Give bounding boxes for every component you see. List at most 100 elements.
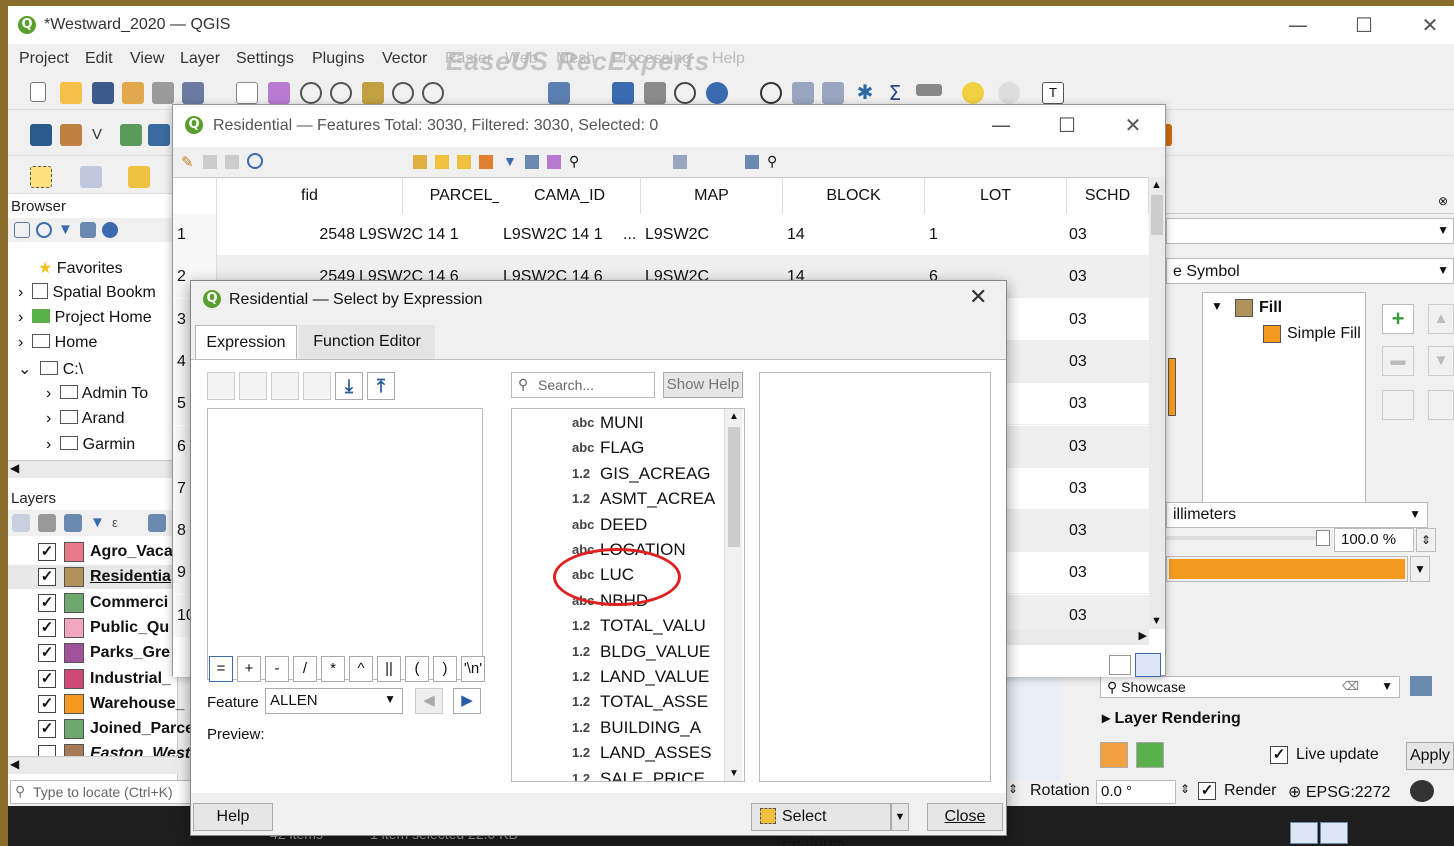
rotation-stepper[interactable]: ⇕ <box>1008 782 1018 796</box>
browser-item-home[interactable]: › Home <box>18 334 97 352</box>
edit-file-icon[interactable] <box>271 372 299 400</box>
table-vscrollbar[interactable]: ▲ ▼ <box>1149 177 1165 629</box>
new-project-icon[interactable] <box>30 82 46 102</box>
close-icon[interactable]: ✕ <box>969 285 987 310</box>
scroll-thumb[interactable] <box>728 427 740 547</box>
function-search-input[interactable]: ⚲ Search... <box>511 372 655 398</box>
column-header-lot[interactable]: LOT <box>925 178 1067 214</box>
scroll-left-icon[interactable]: ◀ <box>10 461 19 475</box>
cell-schd[interactable]: 03 <box>1069 341 1147 383</box>
text-annotation-icon[interactable]: T <box>1042 82 1064 104</box>
layer-combo[interactable]: ▼ <box>1166 218 1454 244</box>
select-features-icon[interactable] <box>30 166 52 188</box>
field-item[interactable]: 1.2 GIS_ACREAG <box>512 462 722 486</box>
cell-schd[interactable]: 03 <box>1069 214 1147 256</box>
locator-bar[interactable]: ⚲ Type to locate (Ctrl+K) <box>10 780 200 804</box>
reload-icon[interactable] <box>247 153 263 169</box>
operator-newline-button[interactable]: '\n' <box>461 656 485 682</box>
attribute-table-icon[interactable] <box>792 82 814 104</box>
expand-all-icon[interactable] <box>148 514 166 532</box>
new-print-layout-icon[interactable] <box>122 82 144 104</box>
column-header-cama-id[interactable]: CAMA_ID <box>499 178 641 214</box>
help-button[interactable]: Help <box>193 803 273 831</box>
zoom-layer-icon[interactable] <box>422 82 444 104</box>
clear-search-icon[interactable]: ⌫ <box>1342 679 1359 693</box>
layer-visibility-checkbox[interactable]: ✓ <box>38 568 56 587</box>
close-button[interactable]: ✕ <box>1113 110 1153 140</box>
menu-layer[interactable]: Layer <box>180 50 220 68</box>
processing-gear-icon[interactable]: ✱ <box>854 82 876 104</box>
feature-combo[interactable]: ALLEN ▼ <box>265 688 403 714</box>
add-symbol-layer-button[interactable]: + <box>1382 304 1414 334</box>
fill-label[interactable]: Fill <box>1259 299 1282 317</box>
cell-schd[interactable]: 03 <box>1069 510 1147 552</box>
scroll-thumb[interactable] <box>1151 195 1163 235</box>
dock-table-icon[interactable] <box>745 155 759 169</box>
row-number[interactable]: 1 <box>173 214 217 256</box>
table-row[interactable]: 1 2548 L9SW2C 14 1 L9SW2C 14 1 ... L9SW2C… <box>173 214 1149 256</box>
select-by-expression-icon[interactable] <box>413 155 427 169</box>
move-down-button[interactable]: ▼ <box>1428 346 1454 376</box>
render-checkbox[interactable]: ✓ <box>1198 782 1216 800</box>
cell-parcel-id[interactable]: L9SW2C 14 1 <box>359 214 497 256</box>
opacity-stepper[interactable]: ⇕ <box>1416 528 1436 552</box>
add-group-icon[interactable] <box>38 514 56 532</box>
next-feature-icon[interactable]: ▶ <box>453 688 481 714</box>
browser-item-folder[interactable]: › Admin To <box>46 385 148 403</box>
messages-icon[interactable] <box>1410 780 1434 802</box>
menu-project[interactable]: Project <box>19 50 69 68</box>
function-tree-scrollbar[interactable]: ▲ ▼ <box>724 409 742 781</box>
import-icon[interactable]: ⤓ <box>335 372 363 400</box>
cell-map[interactable]: L9SW2C <box>645 214 781 256</box>
close-window-button[interactable]: ✕ <box>1410 10 1450 40</box>
cell-schd[interactable]: 03 <box>1069 552 1147 594</box>
field-item[interactable]: 1.2 TOTAL_ASSE <box>512 690 722 714</box>
move-selection-top-icon[interactable] <box>525 155 539 169</box>
layer-visibility-checkbox[interactable]: ✓ <box>38 543 56 561</box>
deselect-icon[interactable] <box>128 166 150 188</box>
show-help-button[interactable]: Show Help <box>663 372 743 398</box>
rotation-spin[interactable]: ⇕ <box>1180 782 1190 796</box>
layer-row[interactable]: ✓ Residentia <box>8 565 178 590</box>
open-project-icon[interactable] <box>60 82 82 104</box>
scroll-up-icon[interactable]: ▲ <box>729 411 739 422</box>
style-manager-icon[interactable] <box>1410 676 1432 696</box>
cell-schd[interactable]: 03 <box>1069 299 1147 341</box>
style-manager-icon[interactable] <box>182 82 204 104</box>
opacity-spinbox[interactable]: 100.0 % <box>1334 528 1414 552</box>
cell-block[interactable]: 14 <box>787 214 923 256</box>
remove-symbol-layer-button[interactable]: ▬ <box>1382 346 1414 376</box>
delete-icon[interactable] <box>303 372 331 400</box>
operator-power-button[interactable]: ^ <box>349 656 373 682</box>
menu-edit[interactable]: Edit <box>85 50 113 68</box>
field-item[interactable]: abc MUNI <box>512 411 722 435</box>
opacity-slider[interactable] <box>1166 536 1316 540</box>
pan-to-selection-icon[interactable] <box>268 82 290 104</box>
maximize-button[interactable]: ☐ <box>1047 110 1087 140</box>
pan-to-selected-icon[interactable] <box>547 155 561 169</box>
toggle-edit-icon[interactable]: ✎ <box>181 153 194 171</box>
layer-visibility-checkbox[interactable]: ✓ <box>38 694 56 713</box>
lock-color-icon[interactable] <box>1428 390 1454 420</box>
filter-icon[interactable]: ▼ <box>503 153 517 169</box>
field-item[interactable]: 1.2 LAND_ASSES <box>512 741 722 765</box>
symbol-search[interactable]: ⚲ Showcase ⌫ ▼ <box>1100 676 1400 698</box>
zoom-full-icon[interactable] <box>362 82 384 104</box>
layer-row[interactable]: ✓ Parks_Gre <box>8 641 178 665</box>
dock-close-icon[interactable]: ⊗ <box>1438 194 1448 208</box>
layer-visibility-checkbox[interactable]: ✓ <box>38 618 56 637</box>
tab-function-editor[interactable]: Function Editor <box>299 325 435 359</box>
details-view-icon[interactable] <box>1290 822 1318 844</box>
refresh-icon[interactable] <box>36 222 52 238</box>
operator-divide-button[interactable]: / <box>293 656 317 682</box>
layer-row[interactable]: ✓ Commerci <box>8 591 178 615</box>
operator-plus-button[interactable]: + <box>237 656 261 682</box>
operator-open-paren-button[interactable]: ( <box>405 656 429 682</box>
cell-lot[interactable]: 1 <box>929 214 1065 256</box>
menu-vector[interactable]: Vector <box>382 50 427 68</box>
scroll-right-icon[interactable]: ▶ <box>1139 629 1147 642</box>
layer-row[interactable]: ✓ Industrial_ <box>8 667 178 691</box>
large-icons-view-icon[interactable] <box>1320 822 1348 844</box>
layers-hscrollbar[interactable]: ◀ <box>8 756 178 774</box>
statistics-sigma-icon[interactable]: Σ <box>884 82 906 104</box>
